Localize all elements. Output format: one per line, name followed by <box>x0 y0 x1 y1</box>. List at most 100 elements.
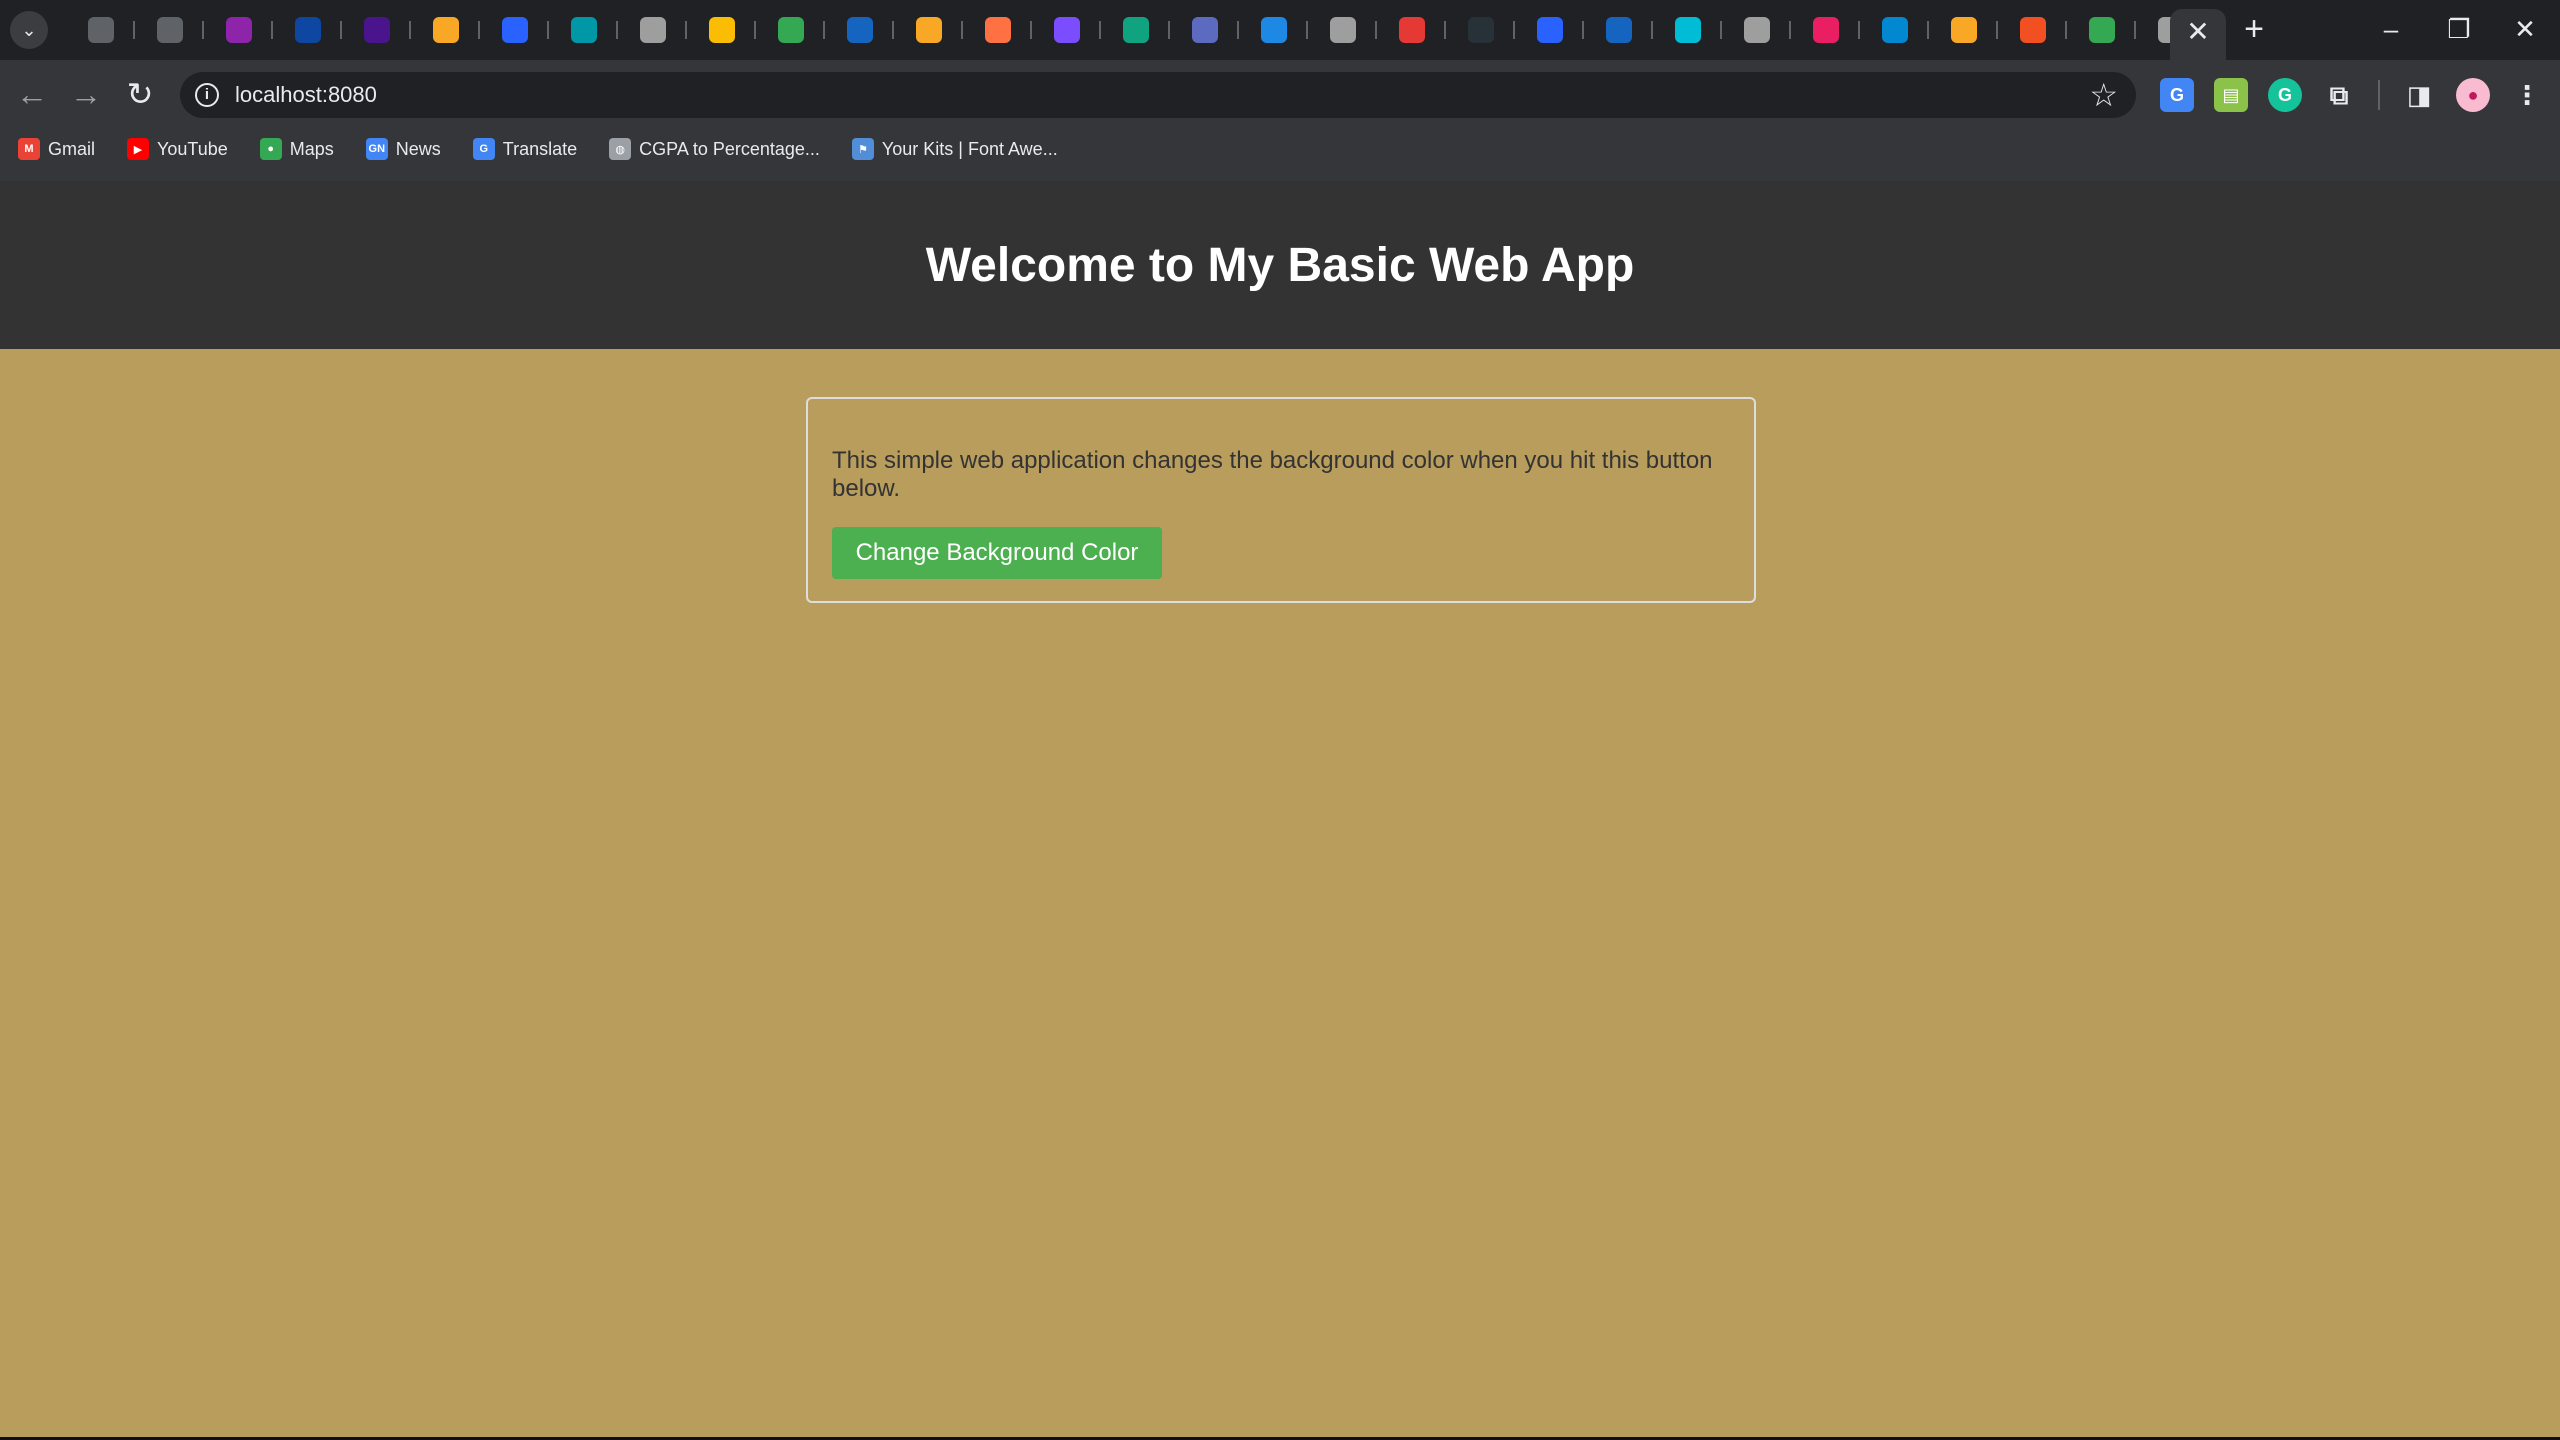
tab-favicon-icon <box>363 17 390 43</box>
pinned-tabs <box>66 14 2205 46</box>
news-icon: GN <box>365 138 388 160</box>
pinned-tab[interactable] <box>1791 14 1860 46</box>
pinned-tab[interactable] <box>1653 14 1722 46</box>
pinned-tab[interactable] <box>273 14 342 46</box>
pinned-tab[interactable] <box>1515 14 1584 46</box>
tab-favicon-icon <box>87 17 114 43</box>
bookmark-label: News <box>395 138 441 159</box>
pinned-tab[interactable] <box>1377 14 1446 46</box>
pinned-tab[interactable] <box>135 14 204 46</box>
bookmark-item[interactable]: M Gmail <box>18 138 95 160</box>
page-title: Welcome to My Basic Web App <box>925 238 1635 292</box>
tab-favicon-icon <box>2088 17 2115 43</box>
bookmark-item[interactable]: ◍ CGPA to Percentage... <box>609 138 820 160</box>
pinned-tab[interactable] <box>687 14 756 46</box>
content-card: This simple web application changes the … <box>806 397 1756 603</box>
translate-extension-icon[interactable]: G <box>2160 78 2194 112</box>
tab-favicon-icon <box>1329 17 1356 43</box>
tab-favicon-icon <box>1536 17 1563 43</box>
address-bar[interactable]: i localhost:8080 ☆ <box>180 72 2136 118</box>
globe-icon: ◍ <box>609 138 632 160</box>
tab-favicon-icon <box>1467 17 1494 43</box>
pinned-tab[interactable] <box>1170 14 1239 46</box>
extension-icon[interactable]: ▤ <box>2214 78 2248 112</box>
tab-favicon-icon <box>984 17 1011 43</box>
tab-favicon-icon <box>639 17 666 43</box>
tab-favicon-icon <box>294 17 321 43</box>
bookmarks-bar: M Gmail ▶ YouTube ● Maps GN News G Translate ◍ CGPA… <box>18 132 1090 166</box>
browser-chrome: ⌄ ✕ + – ❐ ✕ ← → ↻ i localhost:8080 ☆ G ▤… <box>0 0 2560 181</box>
tab-search-button[interactable]: ⌄ <box>10 11 48 49</box>
bookmark-item[interactable]: ● Maps <box>259 138 334 160</box>
toolbar-divider <box>2378 80 2380 110</box>
pinned-tab[interactable] <box>549 14 618 46</box>
tab-favicon-icon <box>1260 17 1287 43</box>
pinned-tab[interactable] <box>963 14 1032 46</box>
pinned-tab[interactable] <box>825 14 894 46</box>
tab-favicon-icon <box>1053 17 1080 43</box>
url-text[interactable]: localhost:8080 <box>235 72 377 118</box>
pinned-tab[interactable] <box>204 14 273 46</box>
gmail-icon: M <box>18 138 40 160</box>
profile-avatar[interactable]: ● <box>2456 78 2490 112</box>
tab-favicon-icon <box>156 17 183 43</box>
pinned-tab[interactable] <box>1860 14 1929 46</box>
bookmark-label: Maps <box>289 138 334 159</box>
forward-icon[interactable]: → <box>66 74 106 114</box>
menu-kebab-icon[interactable]: ⋮ <box>2510 78 2544 112</box>
description-text: This simple web application changes the … <box>832 447 1713 502</box>
site-info-icon[interactable]: i <box>195 83 219 107</box>
window-close-icon[interactable]: ✕ <box>2490 0 2560 58</box>
pinned-tab[interactable] <box>1446 14 1515 46</box>
pinned-tab[interactable] <box>1722 14 1791 46</box>
pinned-tab[interactable] <box>618 14 687 46</box>
pinned-tab[interactable] <box>1998 14 2067 46</box>
translate-icon: G <box>472 138 495 160</box>
change-background-button[interactable]: Change Background Color <box>832 527 1162 579</box>
active-tab[interactable]: ✕ <box>2170 9 2226 60</box>
tab-favicon-icon <box>708 17 735 43</box>
extensions-puzzle-icon[interactable]: ⧉ <box>2322 78 2356 112</box>
tab-favicon-icon <box>777 17 804 43</box>
tab-favicon-icon <box>432 17 459 43</box>
side-panel-icon[interactable]: ◨ <box>2402 78 2436 112</box>
back-icon[interactable]: ← <box>12 74 52 114</box>
pinned-tab[interactable] <box>480 14 549 46</box>
tab-strip: ⌄ ✕ + – ❐ ✕ <box>0 0 2560 60</box>
bookmark-item[interactable]: ▶ YouTube <box>127 138 228 160</box>
bookmark-label: Your Kits | Font Awe... <box>881 138 1058 159</box>
tab-favicon-icon <box>501 17 528 43</box>
tab-favicon-icon <box>1881 17 1908 43</box>
tab-favicon-icon <box>1950 17 1977 43</box>
pinned-tab[interactable] <box>1929 14 1998 46</box>
bookmark-item[interactable]: ⚑ Your Kits | Font Awe... <box>851 138 1058 160</box>
youtube-icon: ▶ <box>127 138 150 160</box>
pinned-tab[interactable] <box>894 14 963 46</box>
tab-favicon-icon <box>1398 17 1425 43</box>
new-tab-button[interactable]: + <box>2236 12 2272 48</box>
tab-close-icon[interactable]: ✕ <box>2170 9 2226 60</box>
reload-icon[interactable]: ↻ <box>120 74 160 114</box>
bookmark-label: YouTube <box>157 138 228 159</box>
bookmark-star-icon[interactable]: ☆ <box>2089 72 2118 118</box>
tab-favicon-icon <box>225 17 252 43</box>
bookmark-item[interactable]: G Translate <box>472 138 577 160</box>
bookmark-label: Gmail <box>48 138 96 159</box>
pinned-tab[interactable] <box>342 14 411 46</box>
page-header: Welcome to My Basic Web App <box>0 181 2560 349</box>
pinned-tab[interactable] <box>66 14 135 46</box>
pinned-tab[interactable] <box>756 14 825 46</box>
grammarly-icon[interactable]: G <box>2268 78 2302 112</box>
pinned-tab[interactable] <box>2067 14 2136 46</box>
bookmark-item[interactable]: GN News <box>365 138 441 160</box>
pinned-tab[interactable] <box>1584 14 1653 46</box>
flag-icon: ⚑ <box>851 138 874 160</box>
pinned-tab[interactable] <box>1032 14 1101 46</box>
minimize-icon[interactable]: – <box>2356 0 2426 58</box>
pinned-tab[interactable] <box>1101 14 1170 46</box>
restore-icon[interactable]: ❐ <box>2424 0 2494 58</box>
pinned-tab[interactable] <box>1239 14 1308 46</box>
pinned-tab[interactable] <box>411 14 480 46</box>
pinned-tab[interactable] <box>1308 14 1377 46</box>
tab-favicon-icon <box>1743 17 1770 43</box>
